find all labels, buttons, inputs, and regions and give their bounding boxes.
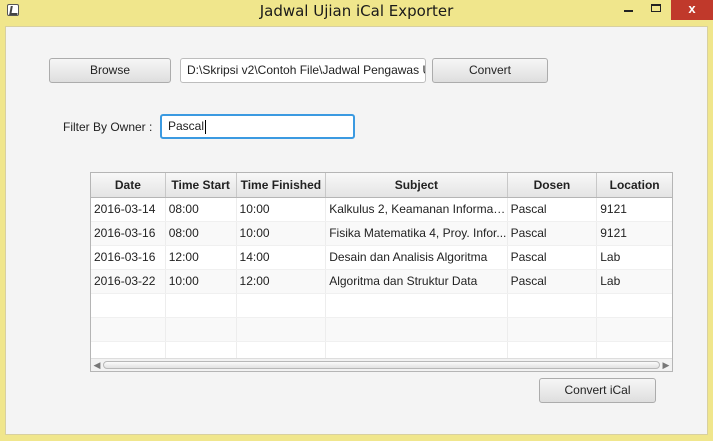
horizontal-scrollbar[interactable]: ◀ ▶: [91, 358, 672, 371]
column-header-location[interactable]: Location: [597, 173, 672, 197]
column-header-time-finished[interactable]: Time Finished: [237, 173, 327, 197]
table-row[interactable]: 2016-03-16 08:00 10:00 Fisika Matematika…: [91, 222, 672, 246]
empty-cell: [326, 318, 508, 341]
cell-location: 9121: [600, 226, 627, 240]
browse-button[interactable]: Browse: [49, 58, 171, 83]
empty-cell: [166, 294, 237, 317]
empty-row: [91, 318, 672, 342]
cell-time-start: 12:00: [166, 246, 237, 269]
close-button[interactable]: x: [671, 0, 713, 20]
filter-owner-input[interactable]: Pascal: [160, 114, 355, 139]
table-row[interactable]: 2016-03-16 12:00 14:00 Desain dan Analis…: [91, 246, 672, 270]
scroll-right-icon[interactable]: ▶: [661, 360, 671, 370]
cell-date: 2016-03-14: [91, 198, 166, 221]
empty-cell: [91, 294, 166, 317]
column-header-time-start[interactable]: Time Start: [166, 173, 237, 197]
cell-dosen: Pascal: [508, 222, 598, 245]
cell-subject: Desain dan Analisis Algoritma: [326, 246, 508, 269]
empty-cell: [508, 294, 598, 317]
cell-subject: Fisika Matematika 4, Proy. Infor...: [326, 222, 508, 245]
text-caret: [205, 119, 207, 134]
table-row[interactable]: 2016-03-22 10:00 12:00 Algoritma dan Str…: [91, 270, 672, 294]
convert-button[interactable]: Convert: [432, 58, 548, 83]
cell-date: 2016-03-22: [91, 270, 166, 293]
column-header-dosen[interactable]: Dosen: [508, 173, 598, 197]
empty-cell: [508, 318, 598, 341]
column-header-subject[interactable]: Subject: [326, 173, 508, 197]
file-path-field[interactable]: D:\Skripsi v2\Contoh File\Jadwal Pengawa…: [180, 58, 426, 83]
table-row[interactable]: 2016-03-14 08:00 10:00 Kalkulus 2, Keama…: [91, 198, 672, 222]
convert-ical-button[interactable]: Convert iCal: [539, 378, 656, 403]
cell-time-finished: 10:00: [237, 198, 327, 221]
close-icon: x: [688, 1, 696, 16]
empty-cell: [166, 318, 237, 341]
empty-cell: [597, 294, 672, 317]
cell-location: Lab: [600, 250, 621, 264]
cell-date: 2016-03-16: [91, 222, 166, 245]
empty-cell: [326, 294, 508, 317]
empty-cell: [91, 318, 166, 341]
empty-cell: [237, 318, 327, 341]
scroll-left-icon[interactable]: ◀: [92, 360, 102, 370]
empty-cell: [597, 318, 672, 341]
cell-time-start: 08:00: [166, 222, 237, 245]
table-header: Date Time Start Time Finished Subject Do…: [91, 173, 672, 198]
column-header-date[interactable]: Date: [91, 173, 166, 197]
cell-subject: Kalkulus 2, Keamanan Informas...: [326, 198, 508, 221]
window-title: Jadwal Ujian iCal Exporter: [259, 2, 454, 20]
filter-label: Filter By Owner :: [63, 120, 153, 134]
cell-time-finished: 10:00: [237, 222, 327, 245]
cell-location: Lab: [600, 274, 621, 288]
cell-dosen: Pascal: [508, 270, 598, 293]
cell-subject: Algoritma dan Struktur Data: [326, 270, 508, 293]
scrollbar-thumb[interactable]: [103, 361, 660, 369]
filter-owner-value: Pascal: [168, 119, 205, 133]
cell-time-start: 10:00: [166, 270, 237, 293]
main-panel: Browse D:\Skripsi v2\Contoh File\Jadwal …: [5, 26, 708, 435]
maximize-icon: [651, 4, 661, 12]
minimize-icon: [623, 10, 633, 12]
schedule-table[interactable]: Date Time Start Time Finished Subject Do…: [90, 172, 673, 372]
minimize-button[interactable]: [615, 0, 641, 20]
cell-date: 2016-03-16: [91, 246, 166, 269]
cell-time-start: 08:00: [166, 198, 237, 221]
cell-time-finished: 14:00: [237, 246, 327, 269]
cell-location: 9121: [600, 202, 627, 216]
title-bar: Jadwal Ujian iCal Exporter x: [0, 0, 713, 26]
empty-row: [91, 294, 672, 318]
cell-time-finished: 12:00: [237, 270, 327, 293]
empty-cell: [237, 294, 327, 317]
cell-dosen: Pascal: [508, 198, 598, 221]
cell-dosen: Pascal: [508, 246, 598, 269]
maximize-button[interactable]: [643, 0, 669, 20]
